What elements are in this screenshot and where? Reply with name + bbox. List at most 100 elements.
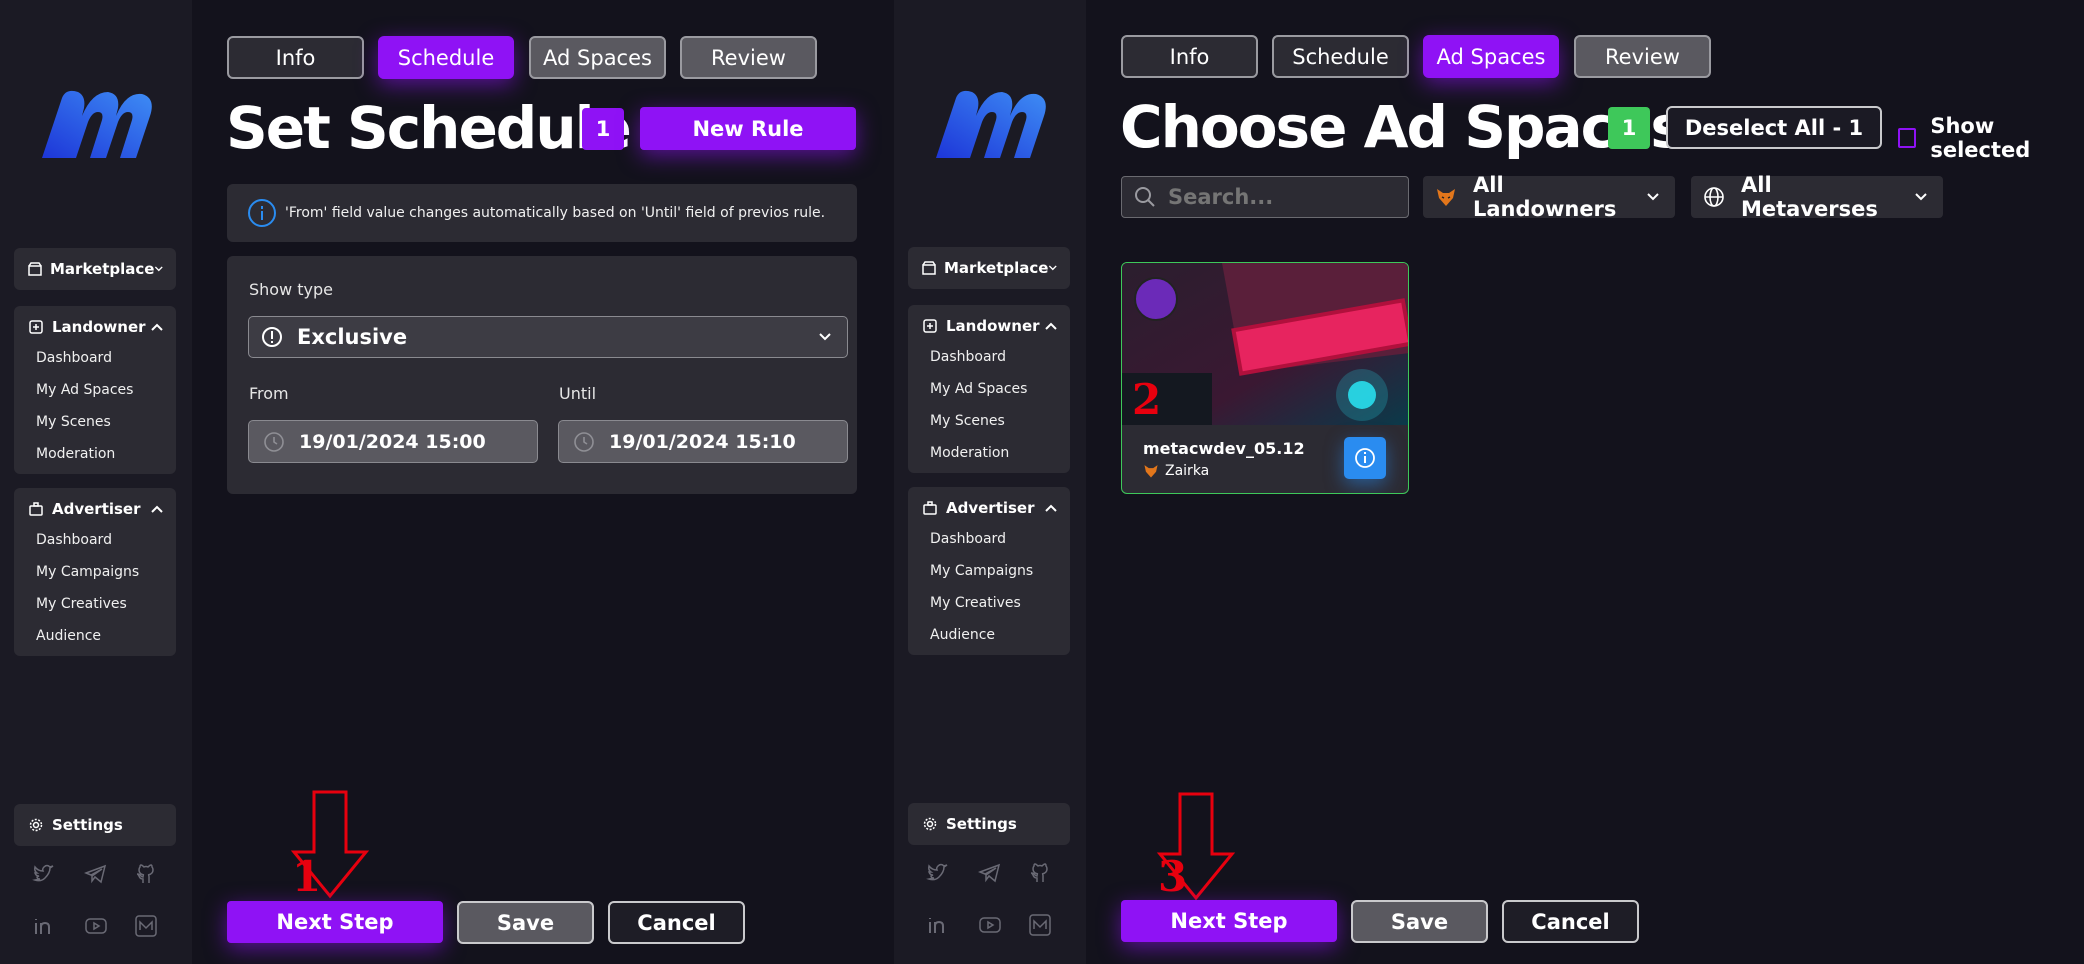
tab-info[interactable]: Info [1121,35,1258,78]
sidebar-item-my-creatives[interactable]: My Creatives [908,587,1070,619]
ad-spaces-panel: Marketplace Landowner Dashboard My Ad Sp… [894,0,2084,964]
sidebar-item-advertiser-dashboard[interactable]: Dashboard [14,524,176,556]
schedule-panel: Marketplace Landowner Dashboard My Ad Sp… [0,0,894,964]
until-datetime-field[interactable]: 19/01/2024 15:10 [558,420,848,463]
search-input[interactable] [1168,185,1388,209]
chevron-down-icon [1915,193,1927,201]
page-title: Choose Ad Spaces [1120,93,1685,161]
save-button[interactable]: Save [457,901,594,944]
settings-label: Settings [946,815,1017,833]
settings-menu[interactable]: Settings [908,803,1070,845]
metaverses-filter-label: All Metaverses [1741,173,1878,221]
telegram-icon[interactable] [84,862,108,886]
annotation-number: 3 [1158,852,1188,901]
from-label: From [249,384,289,403]
ad-space-owner-name: Zairka [1165,463,1210,479]
metaverses-filter[interactable]: All Metaverses [1691,173,1943,221]
tab-schedule[interactable]: Schedule [378,36,514,79]
briefcase-icon [922,500,938,516]
youtube-icon[interactable] [84,914,108,938]
sidebar-item-my-campaigns[interactable]: My Campaigns [14,556,176,588]
search-icon [1135,187,1155,207]
landowner-menu: Landowner Dashboard My Ad Spaces My Scen… [908,305,1070,473]
save-button[interactable]: Save [1351,900,1488,943]
info-text: 'From' field value changes automatically… [285,205,826,221]
sidebar-item-my-ad-spaces[interactable]: My Ad Spaces [14,374,176,406]
tab-info[interactable]: Info [227,36,364,79]
twitter-icon[interactable] [32,862,56,886]
sidebar-item-my-scenes[interactable]: My Scenes [14,406,176,438]
deselect-all-button[interactable]: Deselect All - 1 [1666,106,1882,149]
linkedin-icon[interactable] [926,913,950,937]
sidebar: Marketplace Landowner Dashboard My Ad Sp… [0,0,192,964]
next-step-button[interactable]: Next Step [1121,900,1337,942]
chevron-up-icon [1045,504,1057,512]
chevron-up-icon [151,323,163,331]
new-rule-button[interactable]: New Rule [640,107,856,150]
tab-review[interactable]: Review [1574,35,1711,78]
app-logo[interactable] [36,86,156,162]
show-type-value: Exclusive [297,325,408,349]
sidebar-item-moderation[interactable]: Moderation [14,438,176,470]
sidebar-item-my-ad-spaces[interactable]: My Ad Spaces [908,373,1070,405]
clock-icon [574,431,594,452]
marketplace-menu[interactable]: Marketplace [908,247,1070,289]
search-box[interactable] [1121,176,1409,218]
globe-icon [1704,187,1724,207]
ad-space-name: metacwdev_05.12 [1143,439,1305,458]
landowners-filter[interactable]: All Landowners [1423,173,1675,221]
landowner-label: Landowner [946,317,1040,335]
marketplace-menu[interactable]: Marketplace [14,248,176,290]
tab-ad-spaces[interactable]: Ad Spaces [1423,35,1559,78]
store-icon [28,261,42,277]
sidebar-item-landowner-dashboard[interactable]: Dashboard [908,341,1070,373]
show-selected-checkbox[interactable] [1898,128,1917,148]
tab-review[interactable]: Review [680,36,817,79]
next-step-button[interactable]: Next Step [227,901,443,943]
twitter-icon[interactable] [926,861,950,885]
fox-icon [1437,189,1455,206]
clock-icon [264,431,284,452]
advertiser-label: Advertiser [946,499,1035,517]
annotation-number: 2 [1132,375,1162,424]
show-type-select[interactable]: Exclusive [248,316,848,358]
landowner-icon [28,319,44,335]
marketplace-label: Marketplace [944,259,1049,277]
sidebar-item-my-creatives[interactable]: My Creatives [14,588,176,620]
youtube-icon[interactable] [978,913,1002,937]
sidebar-item-advertiser-dashboard[interactable]: Dashboard [908,523,1070,555]
sidebar-item-landowner-dashboard[interactable]: Dashboard [14,342,176,374]
sidebar-item-audience[interactable]: Audience [908,619,1070,651]
rule-count-badge: 1 [582,108,624,150]
sidebar-item-my-campaigns[interactable]: My Campaigns [908,555,1070,587]
github-icon[interactable] [1028,861,1052,885]
cancel-button[interactable]: Cancel [608,901,745,944]
sidebar-item-audience[interactable]: Audience [14,620,176,652]
landowner-menu: Landowner Dashboard My Ad Spaces My Scen… [14,306,176,474]
app-logo[interactable] [930,86,1050,162]
from-datetime-field[interactable]: 19/01/2024 15:00 [248,420,538,463]
settings-menu[interactable]: Settings [14,804,176,846]
briefcase-icon [28,501,44,517]
show-selected-toggle[interactable]: Show selected [1898,114,2084,162]
tab-schedule[interactable]: Schedule [1272,35,1409,78]
chevron-down-icon [1049,265,1058,271]
linkedin-icon[interactable] [32,914,56,938]
medium-icon[interactable] [1028,913,1052,937]
sidebar-item-my-scenes[interactable]: My Scenes [908,405,1070,437]
sidebar-item-moderation[interactable]: Moderation [908,437,1070,469]
cancel-button[interactable]: Cancel [1502,900,1639,943]
chevron-down-icon [819,333,831,341]
ad-space-card[interactable]: 2 metacwdev_05.12 Zairka [1121,262,1409,494]
ad-spaces-main: Info Schedule Ad Spaces Review Choose Ad… [1086,0,2084,964]
gear-icon [922,816,938,832]
ad-space-info-button[interactable] [1344,437,1386,479]
medium-icon[interactable] [134,914,158,938]
ad-space-owner: Zairka [1143,463,1209,479]
tab-ad-spaces[interactable]: Ad Spaces [529,36,666,79]
landowners-filter-label: All Landowners [1473,173,1617,221]
info-icon [1355,448,1375,468]
until-value: 19/01/2024 15:10 [609,430,796,453]
github-icon[interactable] [134,862,158,886]
telegram-icon[interactable] [978,861,1002,885]
